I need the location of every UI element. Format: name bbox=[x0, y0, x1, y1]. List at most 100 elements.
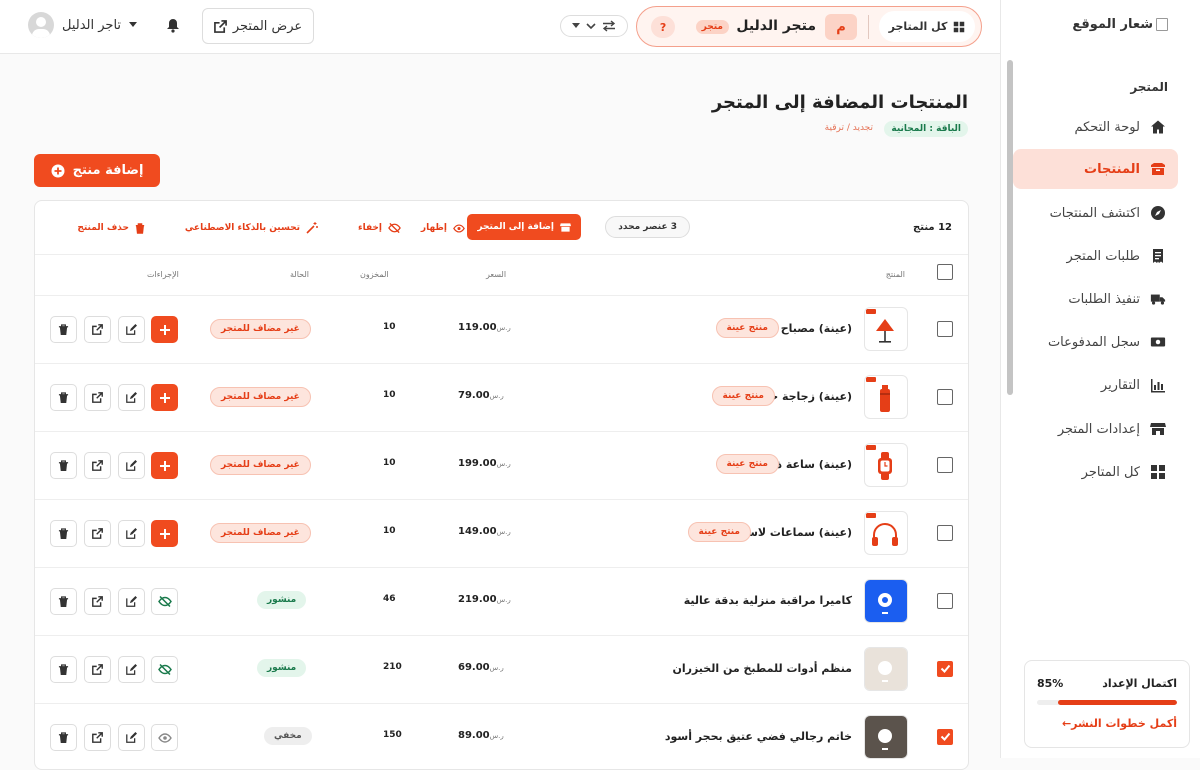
sidebar-item-discover[interactable]: اكتشف المنتجات bbox=[1013, 193, 1178, 233]
edit-product-button[interactable] bbox=[118, 724, 145, 751]
delete-product-button[interactable] bbox=[50, 384, 77, 411]
sidebar-scrollbar[interactable] bbox=[1007, 60, 1013, 395]
sample-flag-icon bbox=[866, 445, 876, 450]
user-name: تاجر الدليل bbox=[62, 17, 122, 33]
add-to-store-button[interactable] bbox=[151, 384, 178, 411]
sidebar-item-all-stores[interactable]: كل المتاجر bbox=[1013, 452, 1178, 492]
renew-upgrade-links[interactable]: تجديد / ترقية bbox=[825, 123, 873, 133]
hide-product-button[interactable] bbox=[151, 588, 178, 615]
status-badge: غير مضاف للمتجر bbox=[210, 387, 311, 407]
row-checkbox[interactable] bbox=[937, 729, 953, 745]
bulk-hide-button[interactable]: إخفاء bbox=[358, 217, 401, 239]
add-to-store-button[interactable] bbox=[151, 316, 178, 343]
bulk-actions-bar: 12 منتج 3 عنصر محدد إضافة إلى المتجر إظه… bbox=[35, 201, 968, 255]
external-link-icon bbox=[92, 460, 103, 471]
sidebar-item-label: المنتجات bbox=[1084, 161, 1140, 177]
sidebar-item-orders[interactable]: طلبات المتجر bbox=[1013, 236, 1178, 276]
select-all-checkbox[interactable] bbox=[937, 264, 953, 280]
bulk-delete-label: حذف المنتج bbox=[77, 223, 129, 233]
help-button[interactable]: ? bbox=[651, 16, 675, 38]
setup-percent: 85% bbox=[1037, 677, 1064, 690]
box-icon bbox=[1150, 161, 1166, 177]
delete-product-button[interactable] bbox=[50, 452, 77, 479]
open-product-button[interactable] bbox=[84, 724, 111, 751]
grid-icon bbox=[953, 21, 965, 33]
site-logo[interactable]: شعار الموقع bbox=[1072, 17, 1168, 32]
product-name[interactable]: كاميرا مراقبة منزلية بدقة عالية bbox=[684, 594, 852, 607]
row-checkbox[interactable] bbox=[937, 661, 953, 677]
setup-progress-bar bbox=[1037, 700, 1177, 705]
user-menu[interactable]: تاجر الدليل bbox=[28, 12, 138, 38]
product-name[interactable]: منظم أدوات للمطبخ من الخيزران bbox=[672, 662, 852, 675]
add-product-label: إضافة منتج bbox=[72, 163, 144, 178]
edit-icon bbox=[126, 664, 137, 675]
product-name[interactable]: خاتم رجالي فضي عتيق بحجر أسود bbox=[665, 730, 852, 743]
open-product-button[interactable] bbox=[84, 384, 111, 411]
trash-icon bbox=[58, 527, 69, 540]
open-product-button[interactable] bbox=[84, 452, 111, 479]
add-to-store-button[interactable] bbox=[151, 520, 178, 547]
edit-product-button[interactable] bbox=[118, 588, 145, 615]
product-stock: 210 bbox=[383, 662, 402, 672]
sidebar-item-products[interactable]: المنتجات bbox=[1013, 149, 1178, 189]
add-to-store-button[interactable] bbox=[151, 452, 178, 479]
caret-down-icon bbox=[572, 23, 580, 29]
delete-product-button[interactable] bbox=[50, 588, 77, 615]
edit-icon bbox=[126, 732, 137, 743]
receipt-icon bbox=[1150, 248, 1166, 264]
delete-product-button[interactable] bbox=[50, 724, 77, 751]
store-switcher[interactable] bbox=[560, 15, 628, 37]
table-row: خاتم رجالي فضي عتيق بحجر أسود 89.00ر.س 1… bbox=[35, 704, 968, 769]
edit-product-button[interactable] bbox=[118, 452, 145, 479]
avatar bbox=[28, 12, 54, 38]
all-stores-button[interactable]: كل المتاجر bbox=[879, 11, 975, 42]
complete-steps-link[interactable]: أكمل خطوات النشر← bbox=[1062, 717, 1177, 730]
show-product-button[interactable] bbox=[151, 724, 178, 751]
edit-product-button[interactable] bbox=[118, 656, 145, 683]
broken-image-icon bbox=[1156, 18, 1168, 31]
ring-icon bbox=[865, 716, 907, 758]
open-product-button[interactable] bbox=[84, 656, 111, 683]
edit-product-button[interactable] bbox=[118, 316, 145, 343]
delete-product-button[interactable] bbox=[50, 656, 77, 683]
currency: ر.س bbox=[496, 324, 511, 332]
bulk-add-to-store-button[interactable]: إضافة إلى المتجر bbox=[467, 214, 581, 240]
product-thumbnail bbox=[864, 511, 908, 555]
home-icon bbox=[1150, 119, 1166, 135]
row-checkbox[interactable] bbox=[937, 593, 953, 609]
row-checkbox[interactable] bbox=[937, 525, 953, 541]
watch-icon bbox=[865, 444, 907, 486]
store-selector[interactable]: كل المتاجر م متجر الدليل متجر ? bbox=[636, 6, 982, 47]
bulk-ai-improve-button[interactable]: تحسين بالذكاء الاصطناعي bbox=[185, 217, 318, 239]
row-checkbox[interactable] bbox=[937, 321, 953, 337]
hide-product-button[interactable] bbox=[151, 656, 178, 683]
bulk-hide-label: إخفاء bbox=[357, 223, 382, 233]
view-store-button[interactable]: عرض المتجر bbox=[202, 8, 314, 44]
edit-product-button[interactable] bbox=[118, 520, 145, 547]
sidebar-item-store-settings[interactable]: إعدادات المتجر bbox=[1013, 409, 1178, 449]
caret-down-icon bbox=[129, 22, 138, 28]
bulk-show-button[interactable]: إظهار bbox=[421, 217, 465, 239]
bell-icon[interactable] bbox=[166, 18, 180, 33]
row-checkbox[interactable] bbox=[937, 457, 953, 473]
sidebar-item-reports[interactable]: التقارير bbox=[1013, 365, 1178, 405]
trash-icon bbox=[58, 391, 69, 404]
header-stock: المخزون bbox=[360, 270, 389, 279]
add-product-button[interactable]: إضافة منتج bbox=[34, 154, 160, 187]
trash-icon bbox=[58, 595, 69, 608]
open-product-button[interactable] bbox=[84, 520, 111, 547]
price-value: 149.00 bbox=[458, 526, 497, 537]
delete-product-button[interactable] bbox=[50, 520, 77, 547]
bulk-delete-button[interactable]: حذف المنتج bbox=[77, 217, 145, 239]
sidebar-item-fulfillment[interactable]: تنفيذ الطلبات bbox=[1013, 279, 1178, 319]
open-product-button[interactable] bbox=[84, 316, 111, 343]
external-link-icon bbox=[92, 324, 103, 335]
sidebar-item-payments[interactable]: سجل المدفوعات bbox=[1013, 322, 1178, 362]
product-thumbnail bbox=[864, 375, 908, 419]
row-checkbox[interactable] bbox=[937, 389, 953, 405]
table-row: منظم أدوات للمطبخ من الخيزران 69.00ر.س 2… bbox=[35, 636, 968, 704]
delete-product-button[interactable] bbox=[50, 316, 77, 343]
edit-product-button[interactable] bbox=[118, 384, 145, 411]
open-product-button[interactable] bbox=[84, 588, 111, 615]
sidebar-item-dashboard[interactable]: لوحة التحكم bbox=[1013, 107, 1178, 147]
